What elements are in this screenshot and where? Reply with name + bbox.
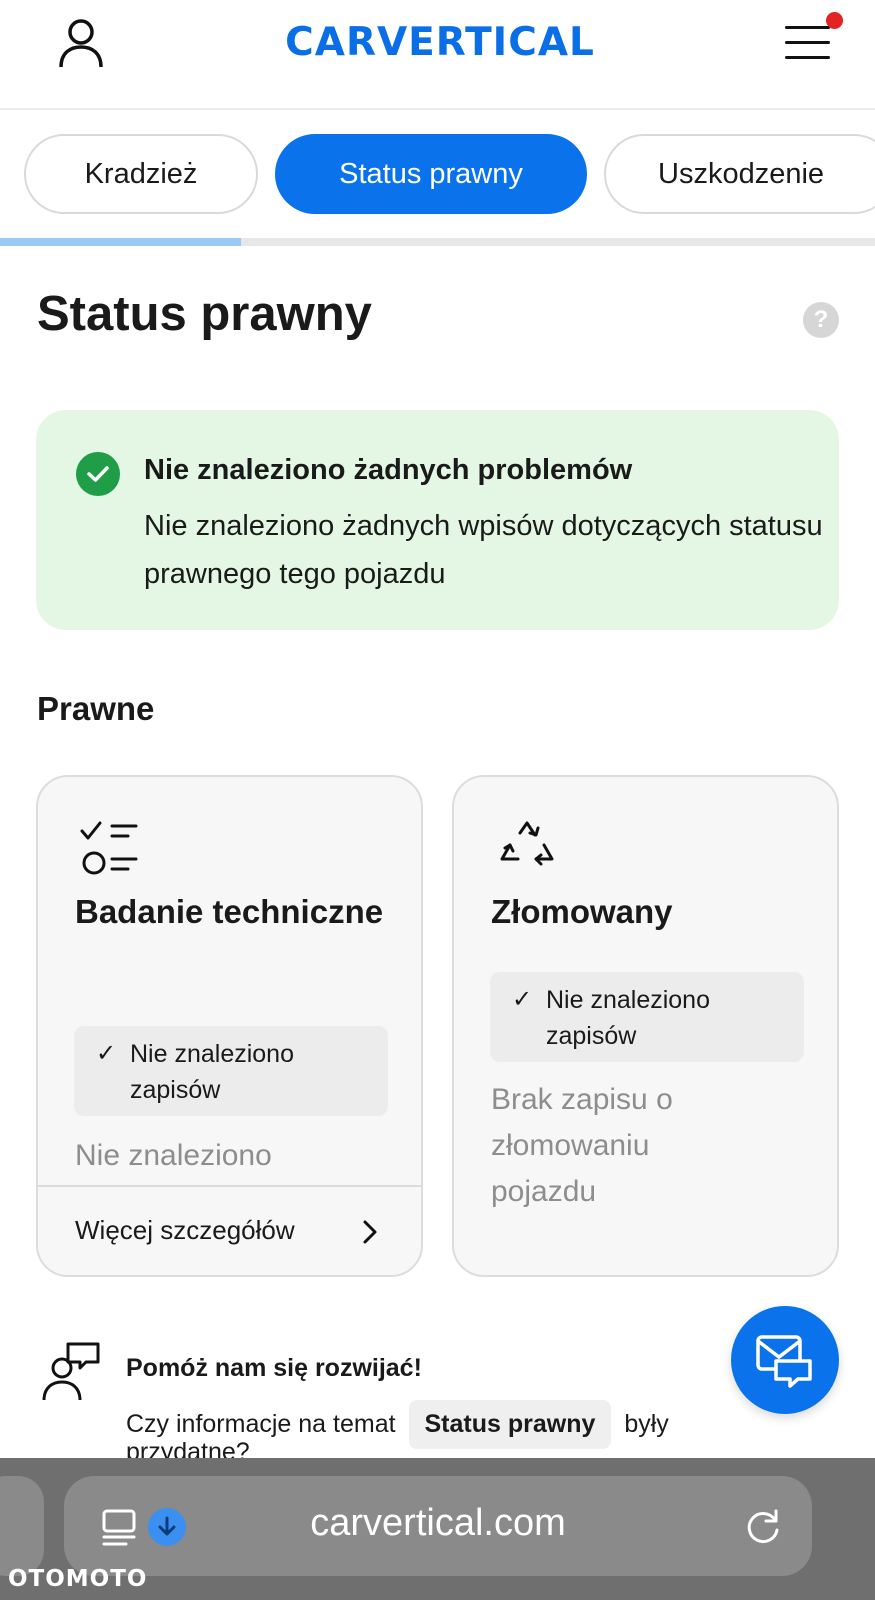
category-tabs: Kradzież Status prawny Uszkodzenie <box>0 134 875 216</box>
hamburger-line <box>785 41 830 44</box>
user-icon <box>59 19 103 68</box>
hamburger-line <box>785 56 830 59</box>
previous-tab[interactable] <box>0 1476 44 1576</box>
tab-label: Status prawny <box>339 157 523 190</box>
page-title: Status prawny <box>37 287 372 341</box>
no-records-badge: ✓ Nie znaleziono zapisów <box>74 1026 388 1116</box>
page: CARVERTICAL Kradzież Status prawny Uszko… <box>0 0 875 1600</box>
chat-mail-icon <box>756 1335 812 1388</box>
url-text: carvertical.com <box>310 1502 566 1544</box>
card-badanie-techniczne[interactable]: Badanie techniczne ✓ Nie znaleziono zapi… <box>36 775 423 1277</box>
status-summary: Nie znaleziono żadnych problemów Nie zna… <box>36 410 839 630</box>
badge-label: Nie znaleziono zapisów <box>546 986 710 1050</box>
chevron-right-icon <box>363 1220 377 1244</box>
recycle-icon <box>500 821 554 866</box>
section-title: Prawne <box>37 690 155 727</box>
tab-fade <box>832 136 875 212</box>
address-bar[interactable]: carvertical.com <box>64 1476 812 1576</box>
card-title: Złomowany <box>491 893 673 930</box>
no-records-badge: ✓ Nie znaleziono zapisów <box>490 972 804 1062</box>
otomoto-watermark: OTOMOTO <box>8 1566 148 1592</box>
badge-label: Nie znaleziono zapisów <box>130 1040 294 1104</box>
progress-fill <box>0 238 241 246</box>
tabs-scroll-progress <box>0 238 875 246</box>
more-details-button[interactable]: Więcej szczegółów <box>38 1185 421 1275</box>
feedback-question-start: Czy informacje na temat <box>126 1410 396 1438</box>
feedback-title: Pomóż nam się rozwijać! <box>126 1354 422 1382</box>
question-mark-icon[interactable]: ? <box>803 302 839 338</box>
carvertical-logo[interactable]: CARVERTICAL <box>270 14 610 70</box>
reload-icon[interactable] <box>742 1506 784 1548</box>
check-icon: ✓ <box>96 1040 117 1067</box>
contact-button[interactable] <box>731 1306 839 1414</box>
card-description: Nie znaleziono <box>75 1139 272 1172</box>
tab-uszkodzenie[interactable]: Uszkodzenie <box>604 134 875 214</box>
menu-button[interactable] <box>780 12 843 72</box>
tab-status-prawny[interactable]: Status prawny <box>275 134 587 214</box>
tab-kradziez[interactable]: Kradzież <box>24 134 258 214</box>
check-circle-icon <box>76 452 120 496</box>
feedback-person-icon <box>42 1342 100 1401</box>
notification-dot <box>826 12 843 29</box>
feedback-question-after: były <box>624 1410 669 1438</box>
status-summary-title: Nie znaleziono żadnych problemów <box>144 454 633 486</box>
status-summary-text: Nie znaleziono żadnych wpisów dotyczącyc… <box>144 510 823 590</box>
card-description: Brak zapisu o złomowaniu pojazdu <box>491 1083 673 1208</box>
tab-label: Kradzież <box>84 157 198 190</box>
topic-chip: Status prawny <box>408 1400 612 1449</box>
site-header: CARVERTICAL <box>0 0 875 110</box>
check-icon: ✓ <box>512 986 533 1013</box>
tab-label: Uszkodzenie <box>658 157 825 190</box>
card-title: Badanie techniczne <box>75 893 384 930</box>
account-button[interactable] <box>52 14 110 72</box>
card-zlomowany[interactable]: Złomowany ✓ Nie znaleziono zapisów Brak … <box>452 775 839 1277</box>
checklist-icon <box>80 821 138 875</box>
more-details-label: Więcej szczegółów <box>75 1215 295 1245</box>
hamburger-icon <box>785 26 830 29</box>
